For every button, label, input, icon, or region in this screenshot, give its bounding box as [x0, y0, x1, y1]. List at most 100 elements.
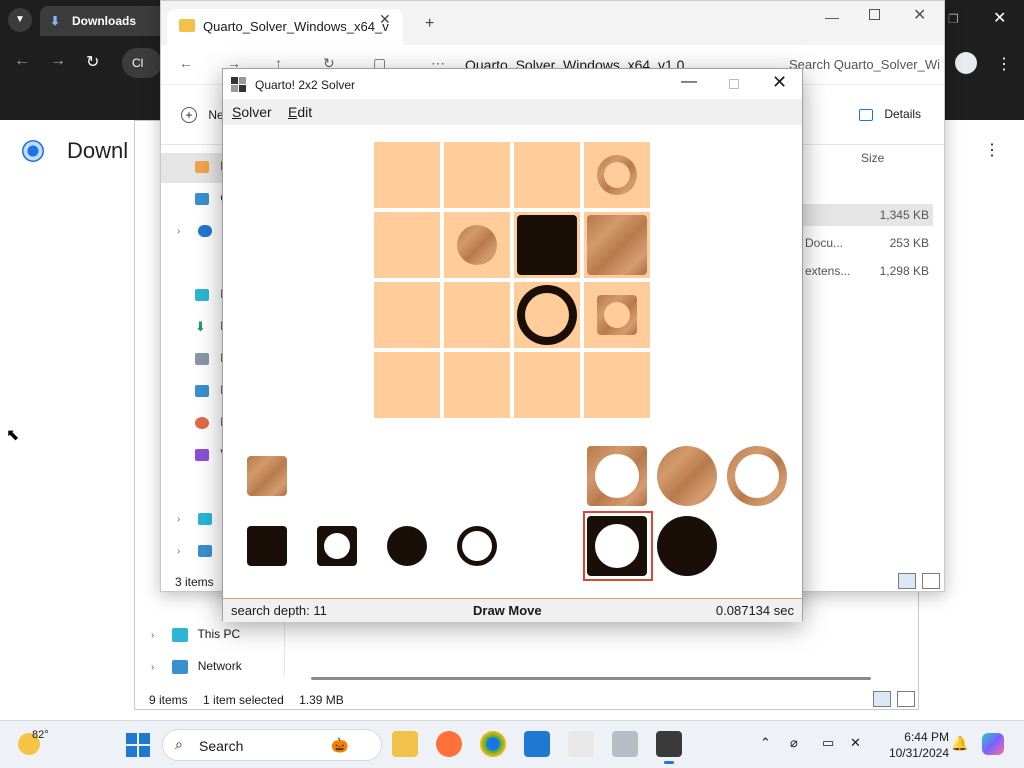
close-icon[interactable]: ✕ [772, 72, 787, 93]
chevron-right-icon[interactable]: › [151, 630, 169, 641]
selection-size: 1.39 MB [299, 693, 344, 707]
maximize-icon[interactable] [869, 9, 880, 20]
nav-item-network[interactable]: › Network [151, 659, 242, 674]
display-icon[interactable]: ▭ [822, 735, 834, 751]
nav-item-this-pc[interactable]: › This PC [151, 627, 240, 642]
board-cell[interactable] [444, 282, 510, 348]
mouse-cursor-icon: ⬉ [6, 427, 20, 444]
details-view-button[interactable] [898, 573, 916, 589]
back-arrow-icon[interactable]: ← [14, 52, 30, 70]
firefox-icon[interactable] [436, 731, 462, 757]
chevron-up-icon[interactable]: ⌃ [760, 735, 771, 751]
tab-search-button[interactable]: ▼ [8, 8, 32, 32]
restore-window-icon[interactable]: ❐ [948, 12, 959, 26]
new-tab-icon[interactable]: + [425, 15, 434, 33]
chrome-icon[interactable] [480, 731, 506, 757]
available-piece-dark-round-solid-short[interactable] [387, 526, 427, 566]
tab-close-icon[interactable]: ✕ [379, 11, 391, 28]
start-button[interactable] [126, 733, 150, 757]
omnibox-text: Cl [132, 56, 144, 70]
vscode-icon[interactable] [524, 731, 550, 757]
forward-arrow-icon[interactable]: → [50, 52, 66, 70]
reload-icon[interactable]: ↻ [86, 52, 99, 72]
file-row[interactable]: Docu... 253 KB [801, 232, 933, 254]
search-label: Search [199, 738, 244, 754]
page-title: Downl [67, 138, 129, 163]
menu-edit[interactable]: Edit [288, 104, 312, 120]
file-type: extens... [805, 264, 851, 278]
file-explorer-icon[interactable] [392, 731, 418, 757]
file-row[interactable]: extens... 1,298 KB [801, 260, 933, 282]
close-icon[interactable]: ✕ [913, 5, 926, 25]
available-piece-dark-round-solid-tall[interactable] [657, 516, 717, 576]
board-cell[interactable] [584, 282, 650, 348]
volume-muted-icon[interactable]: ✕ [850, 735, 861, 751]
notification-bell-icon[interactable]: 🔔 [951, 735, 968, 752]
inkscape-icon[interactable] [568, 731, 594, 757]
file-type: Docu... [805, 236, 844, 250]
explorer-tab[interactable]: Quarto_Solver_Windows_x64_v [167, 9, 403, 45]
chevron-right-icon[interactable]: › [151, 662, 169, 673]
available-piece-dark-square-hollow-short[interactable] [317, 526, 357, 566]
window-title: Quarto! 2x2 Solver [255, 78, 356, 92]
available-piece-dark-square-solid-short[interactable] [247, 526, 287, 566]
network-icon [198, 544, 213, 557]
board-cell[interactable] [514, 212, 580, 278]
network-disconnected-icon[interactable]: ⌀ [790, 735, 798, 751]
tiles-view-button[interactable] [897, 691, 915, 707]
omnibox[interactable]: Cl [122, 48, 162, 78]
package-icon[interactable] [612, 731, 638, 757]
board-cell[interactable] [374, 212, 440, 278]
details-button[interactable]: Details [859, 107, 921, 121]
search-input[interactable]: Search Quarto_Solver_Wi [789, 57, 945, 72]
board-cell[interactable] [514, 282, 580, 348]
available-piece-dark-square-hollow-tall[interactable] [587, 516, 647, 576]
quarto-solver-window: Quarto! 2x2 Solver — ✕ Solver Edit searc… [222, 68, 803, 622]
page-more-vert-icon[interactable]: ⋮ [984, 140, 1000, 160]
clock-time[interactable]: 6:44 PM [893, 730, 949, 744]
available-piece-dark-round-hollow-short[interactable] [457, 526, 497, 566]
menu-solver[interactable]: Solver [232, 104, 272, 120]
minimize-icon[interactable]: — [681, 73, 697, 91]
light-round-solid-short-piece [457, 225, 497, 265]
piece-hole [595, 524, 639, 568]
profile-avatar[interactable] [955, 52, 977, 74]
board-cell[interactable] [514, 352, 580, 418]
clock-date[interactable]: 10/31/2024 [871, 746, 949, 760]
minimize-icon[interactable]: — [825, 9, 839, 25]
chevron-right-icon[interactable]: › [177, 546, 195, 557]
board-cell[interactable] [584, 352, 650, 418]
available-piece-light-round-solid-tall[interactable] [657, 446, 717, 506]
piece-hole [324, 533, 350, 559]
column-header-size[interactable]: Size [861, 151, 884, 165]
chevron-right-icon[interactable]: › [177, 514, 195, 525]
board-cell[interactable] [514, 142, 580, 208]
board-cell[interactable] [374, 142, 440, 208]
horizontal-scrollbar[interactable] [311, 677, 871, 680]
board-cell[interactable] [444, 212, 510, 278]
close-window-icon[interactable]: ✕ [993, 8, 1006, 28]
file-row[interactable]: 1,345 KB [801, 204, 933, 226]
quarto-solver-icon[interactable] [656, 731, 682, 764]
taskbar-search[interactable]: ⌕ Search 🎃 [162, 729, 382, 761]
board-cell[interactable] [444, 142, 510, 208]
available-piece-light-square-solid-short[interactable] [247, 456, 287, 496]
more-vert-icon[interactable]: ⋮ [996, 54, 1012, 74]
details-view-button[interactable] [873, 691, 891, 707]
board-cell[interactable] [584, 142, 650, 208]
board-cell[interactable] [584, 212, 650, 278]
board-cell[interactable] [374, 282, 440, 348]
available-piece-light-round-hollow-tall[interactable] [727, 446, 787, 506]
maximize-icon[interactable] [729, 79, 739, 89]
item-count: 9 items [149, 693, 188, 707]
copilot-icon[interactable] [982, 733, 1004, 755]
taskbar: 82° ⌕ Search 🎃 ⌃ ⌀ ▭ ✕ 6:44 PM 10/31/202… [0, 720, 1024, 768]
back-arrow-icon[interactable]: ← [179, 55, 193, 71]
board-cell[interactable] [374, 352, 440, 418]
available-piece-light-square-hollow-tall[interactable] [587, 446, 647, 506]
search-icon: ⌕ [175, 736, 183, 752]
new-button[interactable]: + Ne [181, 107, 224, 123]
tiles-view-button[interactable] [922, 573, 940, 589]
chevron-right-icon[interactable]: › [177, 226, 195, 237]
board-cell[interactable] [444, 352, 510, 418]
